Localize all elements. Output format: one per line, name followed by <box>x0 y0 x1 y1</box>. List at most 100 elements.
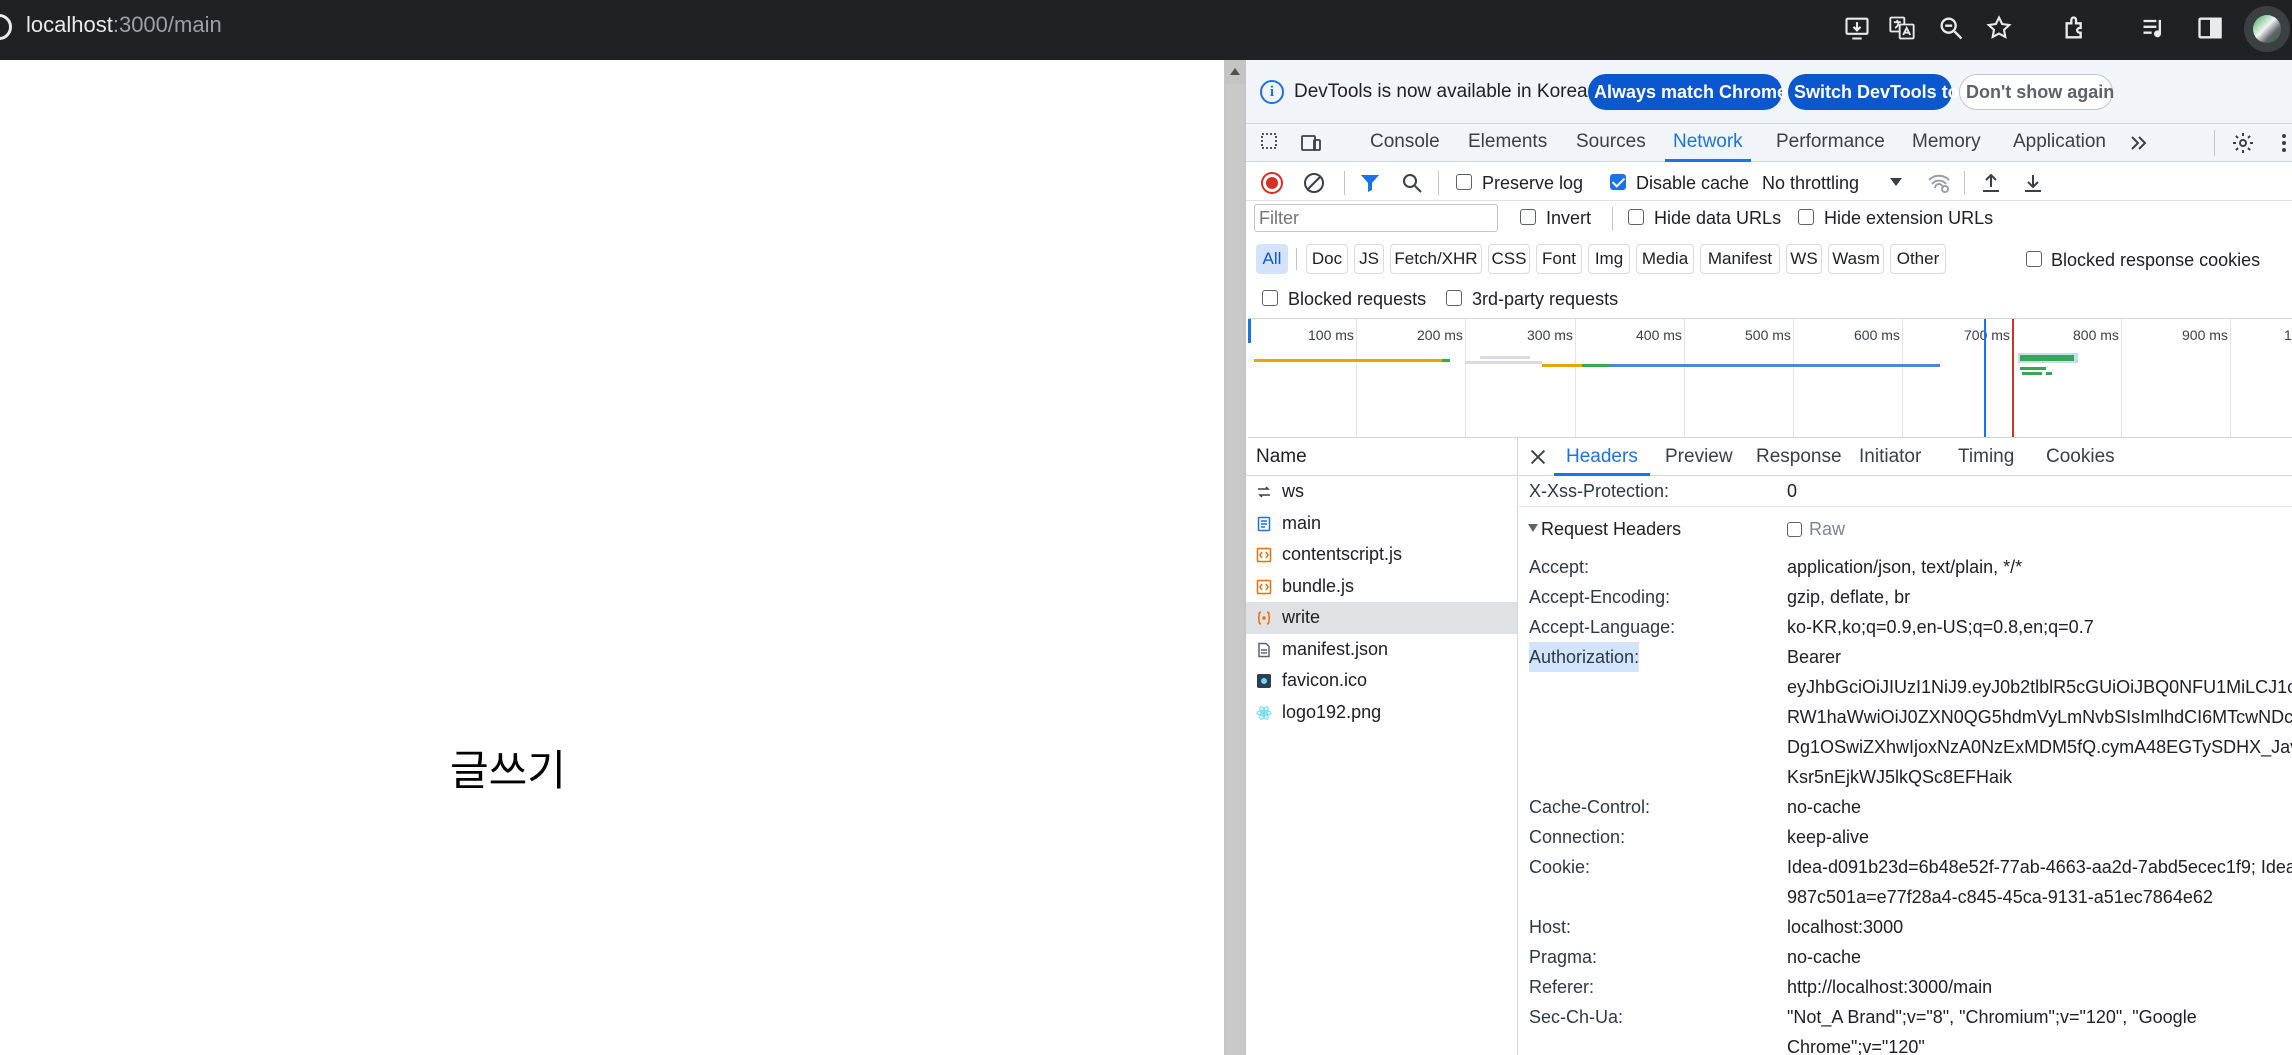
header-key: Authorization: <box>1529 642 1640 672</box>
type-filter-fetch-xhr[interactable]: Fetch/XHR <box>1390 244 1482 274</box>
translate-icon[interactable] <box>1883 9 1921 47</box>
tab-headers[interactable]: Headers <box>1554 438 1650 476</box>
install-icon[interactable] <box>1838 9 1876 47</box>
device-toolbar-icon[interactable] <box>1298 130 1324 156</box>
tab-memory[interactable]: Memory <box>1912 124 1981 162</box>
request-list: Name ws main contentscript.js bundle.js … <box>1246 438 1518 1055</box>
header-value: Ksr5nEjkWJ5lkQSc8EFHaik <box>1787 767 2013 787</box>
infobar-message: DevTools is now available in Korean! <box>1294 81 1604 102</box>
tab-network[interactable]: Network <box>1665 124 1751 162</box>
tab-performance[interactable]: Performance <box>1776 124 1885 162</box>
header-row-cache-control: Cache-Control: no-cache <box>1519 792 2292 822</box>
dont-show-again-button[interactable]: Don't show again <box>1959 74 2114 110</box>
type-filter-css[interactable]: CSS <box>1488 244 1530 274</box>
type-filter-img[interactable]: Img <box>1588 244 1630 274</box>
invert-label: Invert <box>1546 208 1592 228</box>
request-row-main[interactable]: main <box>1246 508 1517 540</box>
header-row-sec-ch-ua-cont: Chrome";v="120" <box>1519 1032 2292 1055</box>
type-filter-doc[interactable]: Doc <box>1306 244 1348 274</box>
scroll-track[interactable] <box>1226 84 1244 1055</box>
request-row-manifest[interactable]: manifest.json <box>1246 634 1517 666</box>
header-value: Chrome";v="120" <box>1787 1037 1925 1055</box>
preserve-log-label: Preserve log <box>1482 173 1584 193</box>
expand-triangle-icon[interactable] <box>1528 524 1538 532</box>
more-tabs-chevron-icon[interactable] <box>2126 130 2152 156</box>
tab-cookies[interactable]: Cookies <box>2046 438 2115 476</box>
image-icon <box>1257 674 1271 688</box>
more-options-icon[interactable] <box>2276 129 2292 157</box>
timeline-gridline <box>1575 319 1576 437</box>
type-filter-media[interactable]: Media <box>1636 244 1694 274</box>
preserve-log-checkbox[interactable] <box>1456 174 1472 190</box>
request-row-logo192[interactable]: logo192.png <box>1246 697 1517 729</box>
divider <box>1296 248 1297 270</box>
scroll-up-arrow-icon[interactable] <box>1230 68 1240 75</box>
page-scrollbar[interactable] <box>1224 60 1246 1055</box>
request-row-favicon[interactable]: favicon.ico <box>1246 665 1517 697</box>
type-filter-manifest[interactable]: Manifest <box>1700 244 1780 274</box>
hide-data-urls-checkbox[interactable] <box>1628 209 1644 225</box>
tab-application[interactable]: Application <box>2013 124 2106 162</box>
import-har-icon[interactable] <box>1979 171 2003 195</box>
request-name: ws <box>1282 481 1304 501</box>
tab-preview[interactable]: Preview <box>1665 438 1733 476</box>
invert-checkbox[interactable] <box>1520 209 1536 225</box>
blocked-response-cookies-checkbox[interactable] <box>2026 251 2042 267</box>
request-headers-section-header[interactable]: Request Headers Raw <box>1519 512 2292 548</box>
timeline-bar-bundle <box>1542 364 1582 367</box>
throttling-select[interactable]: No throttling <box>1762 172 1859 194</box>
raw-checkbox[interactable] <box>1787 522 1802 537</box>
stop-recording-icon[interactable] <box>1260 171 1284 195</box>
address-bar[interactable]: localhost:3000/main <box>26 11 222 39</box>
bookmark-star-icon[interactable] <box>1980 9 2018 47</box>
tab-response[interactable]: Response <box>1756 438 1842 476</box>
websocket-icon <box>1258 486 1270 498</box>
tab-sources[interactable]: Sources <box>1576 124 1646 162</box>
request-row-ws[interactable]: ws <box>1246 476 1517 508</box>
timeline-bar-assets <box>2046 372 2052 375</box>
always-match-language-button[interactable]: Always match Chrome's language <box>1588 74 1885 110</box>
throttling-dropdown-icon[interactable] <box>1890 178 1902 186</box>
filter-funnel-icon[interactable] <box>1358 171 1382 195</box>
header-key: Accept-Encoding: <box>1529 587 1671 607</box>
side-panel-icon[interactable] <box>2191 9 2229 47</box>
type-filter-wasm[interactable]: Wasm <box>1828 244 1884 274</box>
disable-cache-checkbox[interactable] <box>1610 174 1626 190</box>
export-har-icon[interactable] <box>2021 171 2045 195</box>
zoom-icon[interactable] <box>1932 9 1970 47</box>
type-filter-font[interactable]: Font <box>1536 244 1582 274</box>
request-row-contentscript[interactable]: contentscript.js <box>1246 539 1517 571</box>
request-row-write[interactable]: write <box>1246 602 1517 634</box>
third-party-requests-checkbox[interactable] <box>1446 290 1462 306</box>
request-name: main <box>1282 512 1322 533</box>
clear-icon[interactable] <box>1302 171 1326 195</box>
tab-console[interactable]: Console <box>1370 124 1440 162</box>
type-filter-ws[interactable]: WS <box>1786 244 1822 274</box>
info-icon: i <box>1260 80 1284 104</box>
filter-input[interactable] <box>1254 204 1498 232</box>
tab-initiator[interactable]: Initiator <box>1859 438 1921 476</box>
avatar-icon[interactable] <box>2244 6 2290 52</box>
network-timeline-overview[interactable]: 100 ms 200 ms 300 ms 400 ms 500 ms 600 m… <box>1248 318 2292 438</box>
request-row-bundle[interactable]: bundle.js <box>1246 571 1517 603</box>
close-icon[interactable] <box>1527 446 1549 468</box>
settings-gear-icon[interactable] <box>2229 129 2257 157</box>
type-filter-all[interactable]: All <box>1256 244 1288 274</box>
timeline-gridline <box>1356 319 1357 437</box>
tab-elements[interactable]: Elements <box>1468 124 1547 162</box>
blocked-requests-checkbox[interactable] <box>1262 290 1278 306</box>
search-icon[interactable] <box>1400 171 1424 195</box>
hide-extension-urls-checkbox[interactable] <box>1798 209 1814 225</box>
timeline-start-handle[interactable] <box>1248 319 1251 343</box>
type-filter-js[interactable]: JS <box>1354 244 1384 274</box>
header-row-pragma: Pragma: no-cache <box>1519 942 2292 972</box>
type-filter-other[interactable]: Other <box>1890 244 1946 274</box>
reading-list-icon[interactable] <box>2135 9 2173 47</box>
inspect-element-icon[interactable] <box>1258 130 1284 156</box>
switch-to-korean-button[interactable]: Switch DevTools to Korean <box>1788 74 2026 110</box>
tab-timing[interactable]: Timing <box>1958 438 2014 476</box>
network-conditions-icon[interactable] <box>1926 171 1952 195</box>
name-column-header[interactable]: Name <box>1246 438 1517 476</box>
extensions-icon[interactable] <box>2057 9 2095 47</box>
site-info-icon[interactable] <box>0 14 12 40</box>
